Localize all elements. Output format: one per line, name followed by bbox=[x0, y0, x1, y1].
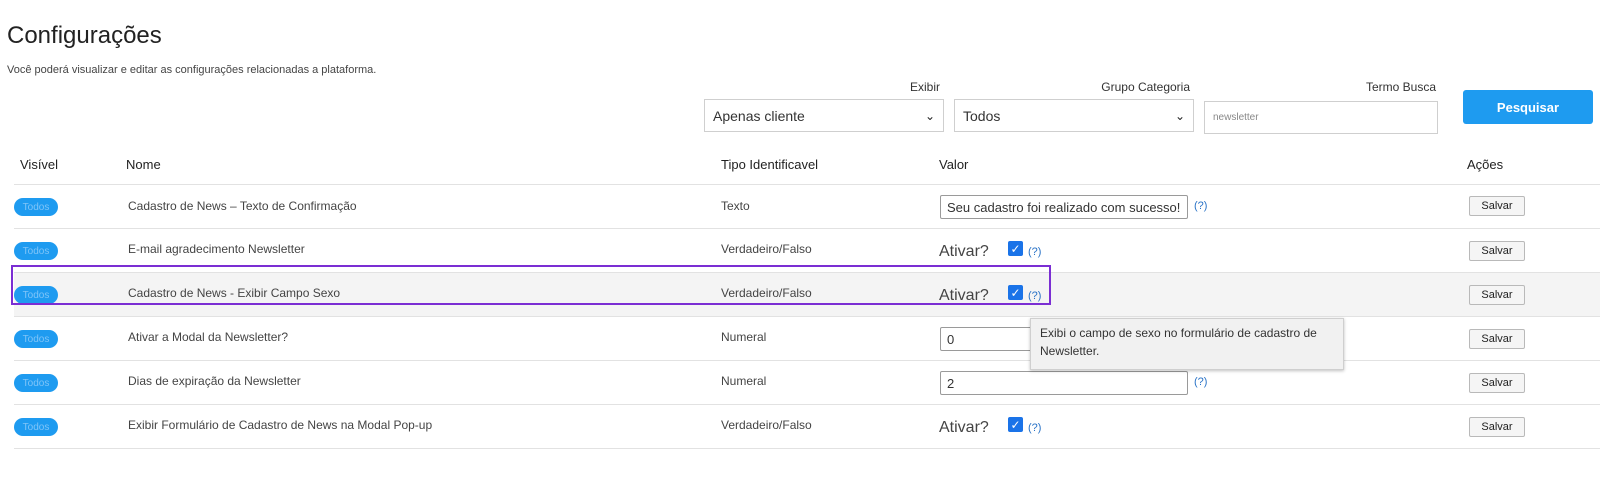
ativar-checkbox[interactable]: ✓ bbox=[1008, 241, 1023, 256]
value-input[interactable]: 2 bbox=[940, 371, 1188, 395]
row-type: Verdadeiro/Falso bbox=[721, 418, 812, 432]
visibility-badge[interactable]: Todos bbox=[14, 330, 58, 348]
visibility-badge[interactable]: Todos bbox=[14, 198, 58, 216]
help-link[interactable]: (?) bbox=[1028, 422, 1041, 434]
termo-busca-value: newsletter bbox=[1213, 112, 1259, 123]
row-name: Cadastro de News – Texto de Confirmação bbox=[128, 199, 357, 213]
col-head-visivel: Visível bbox=[20, 157, 59, 172]
grupo-categoria-label: Grupo Categoria bbox=[1101, 80, 1190, 94]
ativar-label: Ativar? bbox=[939, 243, 989, 260]
exibir-label: Exibir bbox=[909, 80, 940, 94]
row-type: Texto bbox=[721, 199, 750, 213]
ativar-label: Ativar? bbox=[939, 419, 989, 436]
chevron-down-icon: ⌄ bbox=[1174, 108, 1185, 123]
save-button[interactable]: Salvar bbox=[1469, 373, 1525, 393]
row-name: Ativar a Modal da Newsletter? bbox=[128, 330, 289, 344]
value-input[interactable]: Seu cadastro foi realizado com sucesso! bbox=[940, 195, 1188, 219]
visibility-badge[interactable]: Todos bbox=[14, 242, 58, 260]
grupo-select-value: Todos bbox=[963, 107, 1001, 124]
col-head-tipo: Tipo Identificavel bbox=[721, 157, 819, 172]
checkmark-icon: ✓ bbox=[1010, 241, 1021, 256]
save-button[interactable]: Salvar bbox=[1469, 417, 1525, 437]
checkmark-icon: ✓ bbox=[1010, 417, 1021, 432]
ativar-checkbox[interactable]: ✓ bbox=[1008, 417, 1023, 432]
row-name: E-mail agradecimento Newsletter bbox=[128, 242, 305, 256]
page-title: Configurações bbox=[7, 22, 162, 49]
help-link[interactable]: (?) bbox=[1194, 376, 1207, 388]
save-button[interactable]: Salvar bbox=[1469, 196, 1525, 216]
chevron-down-icon: ⌄ bbox=[924, 108, 935, 123]
row-name: Dias de expiração da Newsletter bbox=[128, 374, 301, 388]
row-type: Numeral bbox=[721, 374, 767, 388]
table-row: Todos Dias de expiração da Newsletter Nu… bbox=[14, 361, 1600, 405]
help-link[interactable]: (?) bbox=[1194, 200, 1207, 212]
col-head-nome: Nome bbox=[126, 157, 161, 172]
save-button[interactable]: Salvar bbox=[1469, 285, 1525, 305]
help-tooltip: Exibi o campo de sexo no formulário de c… bbox=[1030, 318, 1344, 370]
highlight-outline bbox=[11, 265, 1051, 305]
row-name: Exibir Formulário de Cadastro de News na… bbox=[128, 418, 433, 432]
grupo-categoria-select[interactable]: Todos ⌄ bbox=[954, 99, 1194, 132]
col-head-valor: Valor bbox=[939, 157, 969, 172]
pesquisar-button[interactable]: Pesquisar bbox=[1463, 90, 1593, 124]
table-row: Todos Cadastro de News – Texto de Confir… bbox=[14, 185, 1600, 229]
visibility-badge[interactable]: Todos bbox=[14, 418, 58, 436]
save-button[interactable]: Salvar bbox=[1469, 329, 1525, 349]
help-link[interactable]: (?) bbox=[1028, 246, 1041, 258]
save-button[interactable]: Salvar bbox=[1469, 241, 1525, 261]
table-row: Todos Exibir Formulário de Cadastro de N… bbox=[14, 405, 1600, 449]
table-row: Todos Ativar a Modal da Newsletter? Nume… bbox=[14, 317, 1600, 361]
col-head-acoes: Ações bbox=[1467, 157, 1504, 172]
exibir-select[interactable]: Apenas cliente ⌄ bbox=[704, 99, 944, 132]
termo-busca-label: Termo Busca bbox=[1365, 80, 1436, 94]
row-type: Numeral bbox=[721, 330, 767, 344]
termo-busca-input[interactable]: newsletter bbox=[1204, 101, 1438, 134]
exibir-select-value: Apenas cliente bbox=[713, 107, 805, 124]
visibility-badge[interactable]: Todos bbox=[14, 374, 58, 392]
row-type: Verdadeiro/Falso bbox=[721, 242, 812, 256]
page-subtitle: Você poderá visualizar e editar as confi… bbox=[7, 64, 377, 76]
